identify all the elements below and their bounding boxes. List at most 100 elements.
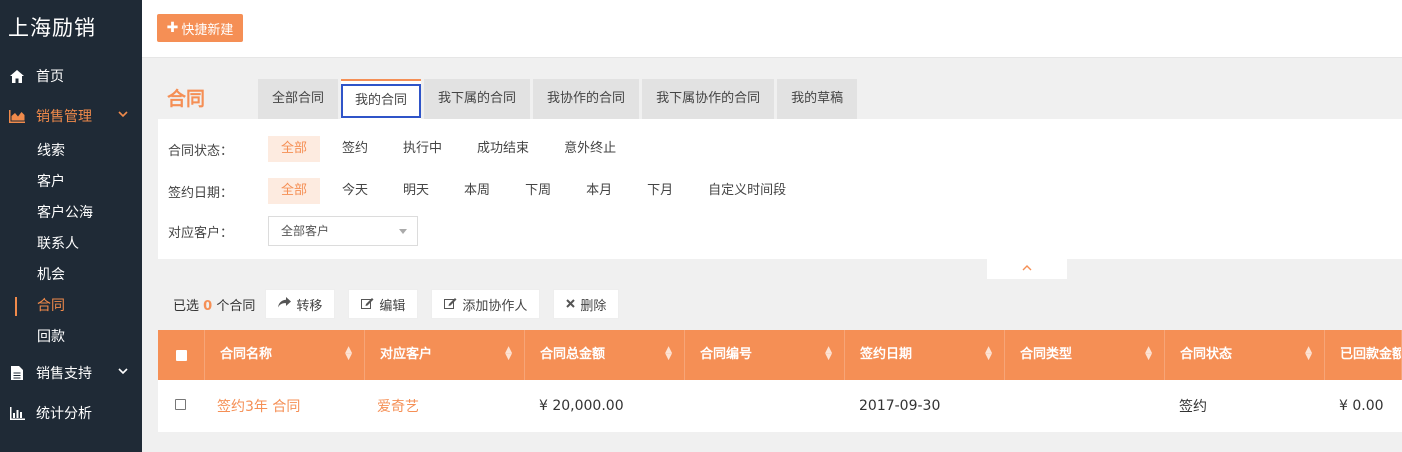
date-option[interactable]: 本月 — [573, 178, 625, 204]
status-filter-row: 合同状态： 全部 签约 执行中 成功结束 意外终止 — [168, 136, 638, 162]
customer-select-value: 全部客户 — [281, 224, 330, 238]
column-header-label: 合同类型 — [1020, 347, 1073, 362]
sidebar-sub-contracts[interactable]: 合同 — [0, 291, 142, 322]
customer-link[interactable]: 爱奇艺 — [365, 396, 525, 416]
transfer-label: 转移 — [296, 298, 323, 314]
chevron-down-icon — [118, 108, 128, 121]
cell-contract-status: 签约 — [1179, 399, 1207, 415]
tab-my-contracts[interactable]: 我的合同 — [341, 79, 422, 119]
page-title: 合同 — [167, 88, 206, 110]
column-header-label: 合同编号 — [700, 347, 753, 362]
home-icon — [8, 68, 26, 84]
tab-subordinate-contracts[interactable]: 我下属的合同 — [424, 79, 531, 119]
date-option[interactable]: 全部 — [268, 178, 321, 204]
sidebar-sub-customer-pool[interactable]: 客户公海 — [0, 198, 142, 229]
plus-icon: ✚ — [166, 20, 179, 36]
column-header[interactable]: 合同名称 ▲ ▼ — [205, 330, 365, 380]
selected-prefix: 已选 — [173, 298, 200, 314]
sidebar-item-label: 统计分析 — [36, 406, 92, 422]
add-collaborator-button[interactable]: 添加协作人 — [431, 289, 541, 319]
column-header[interactable]: 合同总金额 ▲ ▼ — [525, 330, 685, 380]
date-option[interactable]: 明天 — [390, 178, 442, 204]
row-checkbox[interactable] — [175, 399, 186, 410]
selected-count-text: 已选 0 个合同 — [173, 295, 255, 314]
contract-name-link[interactable]: 签约3年 合同 — [205, 396, 365, 416]
sidebar-item-statistics[interactable]: 统计分析 — [0, 393, 142, 433]
selected-suffix: 个合同 — [216, 298, 256, 314]
edit-button[interactable]: 编辑 — [348, 289, 419, 319]
top-bar: ✚ 快捷新建 — [142, 0, 1402, 58]
quick-new-button[interactable]: ✚ 快捷新建 — [157, 14, 243, 42]
status-option[interactable]: 全部 — [268, 136, 321, 162]
status-option[interactable]: 成功结束 — [464, 136, 542, 162]
delete-label: 删除 — [580, 298, 607, 314]
cell-paid-amount: ¥ 0.00 — [1339, 398, 1384, 414]
transfer-button[interactable]: 转移 — [265, 289, 336, 319]
cell-sign-date: 2017-09-30 — [859, 398, 941, 414]
column-header-label: 合同名称 — [220, 347, 273, 362]
sidebar-item-sales-support[interactable]: 销售支持 — [0, 353, 142, 393]
row-checkbox-cell — [158, 398, 205, 414]
sidebar-sub-leads[interactable]: 线索 — [0, 136, 142, 167]
date-option[interactable]: 自定义时间段 — [695, 178, 799, 204]
contract-tabs: 全部合同 我的合同 我下属的合同 我协作的合同 我下属协作的合同 我的草稿 — [258, 79, 860, 119]
status-option[interactable]: 签约 — [329, 136, 381, 162]
document-icon — [8, 365, 26, 381]
table-body: 签约3年 合同 爱奇艺 ¥ 20,000.00 2017-09-30 签约 ¥ … — [158, 380, 1402, 432]
edit-label: 编辑 — [379, 298, 406, 314]
action-bar: 已选 0 个合同 转移 编辑 添加协作人 删除 — [173, 289, 632, 319]
caret-down-icon — [399, 229, 407, 234]
close-icon — [566, 297, 576, 311]
sort-icon: ▲ ▼ — [825, 345, 832, 362]
status-option[interactable]: 意外终止 — [551, 136, 629, 162]
sidebar-item-sales-management[interactable]: 销售管理 — [0, 96, 142, 136]
sort-icon: ▲ ▼ — [985, 345, 992, 362]
edit-icon — [361, 297, 374, 312]
select-all-checkbox[interactable] — [175, 349, 187, 361]
sidebar-sub-contacts[interactable]: 联系人 — [0, 229, 142, 260]
tab-all-contracts[interactable]: 全部合同 — [258, 79, 339, 119]
sidebar: 上海励销 首页 销售管理 线索 客户 客户公海 联系人 机会 合同 回款 销售支… — [0, 0, 142, 452]
column-header-label: 已回款金额 — [1340, 347, 1402, 362]
date-option[interactable]: 下月 — [634, 178, 686, 204]
sidebar-sub-payments[interactable]: 回款 — [0, 322, 142, 353]
delete-button[interactable]: 删除 — [553, 289, 620, 319]
column-header[interactable]: 合同编号 ▲ ▼ — [685, 330, 845, 380]
column-header[interactable]: 签约日期 ▲ ▼ — [845, 330, 1005, 380]
add-collaborator-label: 添加协作人 — [462, 298, 528, 314]
filter-panel: 合同状态： 全部 签约 执行中 成功结束 意外终止 签约日期： 全部 今天 明天… — [158, 119, 1402, 259]
tab-subordinate-collaborating-contracts[interactable]: 我下属协作的合同 — [642, 79, 775, 119]
date-option[interactable]: 本周 — [451, 178, 503, 204]
date-filter-label: 签约日期： — [168, 185, 234, 201]
date-option[interactable]: 今天 — [329, 178, 381, 204]
customer-filter-row: 对应客户： 全部客户 — [168, 216, 418, 246]
date-option[interactable]: 下周 — [512, 178, 564, 204]
customer-filter-label: 对应客户： — [168, 225, 234, 241]
chevron-up-icon — [1022, 265, 1032, 271]
sort-icon: ▲ ▼ — [345, 345, 352, 362]
edit-icon — [444, 297, 457, 312]
quick-new-label: 快捷新建 — [181, 22, 234, 38]
table-header: 合同名称 ▲ ▼ 对应客户 ▲ ▼ 合同总金额 ▲ ▼ 合同编号 ▲ ▼ 签约日期 ▲ ▼ 合同类型… — [158, 330, 1402, 380]
sort-icon: ▲ ▼ — [1305, 345, 1312, 362]
customer-select[interactable]: 全部客户 — [268, 216, 418, 246]
column-header[interactable]: 对应客户 ▲ ▼ — [365, 330, 525, 380]
sidebar-sub-customers[interactable]: 客户 — [0, 167, 142, 198]
status-option[interactable]: 执行中 — [390, 136, 455, 162]
collapse-filter-button[interactable] — [987, 259, 1067, 279]
column-header-label: 合同总金额 — [540, 347, 606, 362]
status-filter-label: 合同状态： — [168, 143, 234, 159]
selected-count: 0 — [203, 298, 213, 314]
sidebar-item-home[interactable]: 首页 — [0, 56, 142, 96]
column-header[interactable]: 已回款金额 — [1325, 330, 1402, 380]
sidebar-item-label: 首页 — [36, 69, 64, 85]
column-header[interactable]: 合同类型 ▲ ▼ — [1005, 330, 1165, 380]
share-arrow-icon — [278, 297, 292, 311]
sidebar-item-label: 销售支持 — [36, 366, 92, 382]
tab-collaborating-contracts[interactable]: 我协作的合同 — [533, 79, 640, 119]
tab-my-drafts[interactable]: 我的草稿 — [777, 79, 858, 119]
brand-title: 上海励销 — [8, 16, 96, 40]
tab-label: 我的合同 — [341, 84, 422, 118]
sidebar-sub-opportunities[interactable]: 机会 — [0, 260, 142, 291]
column-header[interactable]: 合同状态 ▲ ▼ — [1165, 330, 1325, 380]
